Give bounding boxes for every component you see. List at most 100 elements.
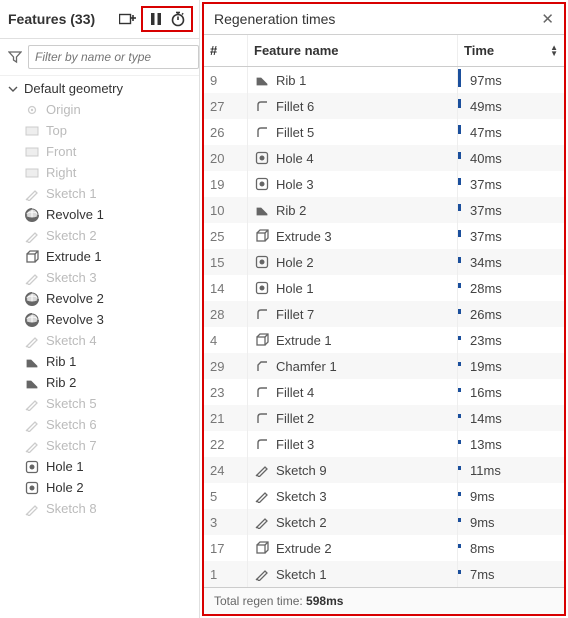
tree-item-label: Sketch 5 <box>46 396 97 411</box>
col-header-time[interactable]: Time ▲▼ <box>458 35 564 66</box>
time-bar <box>458 125 461 134</box>
plane-icon <box>24 167 40 179</box>
row-name: Sketch 1 <box>276 567 327 582</box>
tree-item[interactable]: Sketch 8 <box>0 498 199 519</box>
row-name-cell: Sketch 1 <box>248 558 458 587</box>
regen-footer: Total regen time: 598ms <box>204 587 564 614</box>
row-name: Rib 1 <box>276 73 306 88</box>
row-name: Sketch 9 <box>276 463 327 478</box>
col-header-number[interactable]: # <box>204 35 248 66</box>
tree-item-label: Hole 1 <box>46 459 84 474</box>
regen-table-body[interactable]: 9 Rib 1 97ms 27 Fillet 6 49ms 26 Fillet … <box>204 67 564 587</box>
regen-table-header: # Feature name Time ▲▼ <box>204 35 564 67</box>
tree-item[interactable]: Sketch 1 <box>0 183 199 204</box>
time-bar <box>458 257 461 263</box>
tree-item[interactable]: Revolve 2 <box>0 288 199 309</box>
row-name: Fillet 4 <box>276 385 314 400</box>
close-icon[interactable]: ✕ <box>541 10 554 28</box>
tree-item[interactable]: Revolve 3 <box>0 309 199 330</box>
filter-input[interactable] <box>28 45 199 69</box>
plane-icon <box>24 146 40 158</box>
sort-arrows-icon: ▲▼ <box>550 45 558 57</box>
col-header-time-label: Time <box>464 43 494 58</box>
row-time: 37ms <box>470 229 502 244</box>
row-name: Hole 4 <box>276 151 314 166</box>
tree-item-label: Sketch 6 <box>46 417 97 432</box>
extrude-icon <box>254 540 270 556</box>
pause-icon[interactable] <box>145 8 167 30</box>
feature-list-header: Features (33) <box>0 0 199 39</box>
rib-icon <box>254 202 270 218</box>
time-bar <box>458 440 461 444</box>
sketch-icon <box>24 418 40 432</box>
row-time: 9ms <box>470 515 495 530</box>
rib-icon <box>254 72 270 88</box>
time-bar <box>458 492 461 496</box>
row-name: Hole 1 <box>276 281 314 296</box>
feature-tree[interactable]: Default geometry Origin Top FrontRight Ske… <box>0 76 199 618</box>
time-bar <box>458 152 461 159</box>
row-time: 23ms <box>470 333 502 348</box>
tree-item[interactable]: Sketch 2 <box>0 225 199 246</box>
tree-item[interactable]: Hole 1 <box>0 456 199 477</box>
tree-item-label: Extrude 1 <box>46 249 102 264</box>
tree-item[interactable]: Rib 2 <box>0 372 199 393</box>
filter-row <box>0 39 199 76</box>
chamfer-icon <box>254 358 270 374</box>
tree-item[interactable]: Extrude 1 <box>0 246 199 267</box>
row-number: 1 <box>204 559 248 588</box>
tree-item[interactable]: Hole 2 <box>0 477 199 498</box>
highlight-box-header <box>141 6 193 32</box>
time-bar <box>458 570 461 574</box>
tree-root-default-geometry[interactable]: Default geometry <box>0 78 199 99</box>
tree-item-right[interactable]: Right <box>0 162 199 183</box>
fillet-icon <box>254 124 270 140</box>
tree-item-front[interactable]: Front <box>0 141 199 162</box>
sketch-icon <box>24 502 40 516</box>
tree-item-label: Sketch 8 <box>46 501 97 516</box>
sketch-icon <box>254 566 270 582</box>
tree-item[interactable]: Sketch 3 <box>0 267 199 288</box>
row-time: 9ms <box>470 489 495 504</box>
tree-item-label: Origin <box>46 102 81 117</box>
tree-item-origin[interactable]: Origin <box>0 99 199 120</box>
row-time: 19ms <box>470 359 502 374</box>
add-feature-icon[interactable] <box>117 8 139 30</box>
hole-icon <box>254 280 270 296</box>
plane-icon <box>24 125 40 137</box>
tree-item[interactable]: Sketch 6 <box>0 414 199 435</box>
tree-item-label: Rib 2 <box>46 375 76 390</box>
sketch-icon <box>24 397 40 411</box>
time-bar <box>458 69 461 87</box>
fillet-icon <box>254 436 270 452</box>
row-name: Fillet 2 <box>276 411 314 426</box>
extrude-icon <box>254 332 270 348</box>
row-name: Chamfer 1 <box>276 359 337 374</box>
tree-root-label: Default geometry <box>24 81 123 96</box>
table-row[interactable]: 1 Sketch 1 7ms <box>204 561 564 587</box>
time-bar <box>458 178 461 185</box>
filter-icon[interactable] <box>8 46 22 68</box>
stopwatch-icon[interactable] <box>167 8 189 30</box>
row-time: 11ms <box>470 463 501 478</box>
tree-item-label: Top <box>46 123 67 138</box>
tree-item[interactable]: Revolve 1 <box>0 204 199 225</box>
row-time: 37ms <box>470 177 502 192</box>
row-name: Fillet 7 <box>276 307 314 322</box>
revolve-icon <box>24 208 40 222</box>
tree-item-label: Sketch 2 <box>46 228 97 243</box>
tree-item[interactable]: Sketch 4 <box>0 330 199 351</box>
row-name: Hole 3 <box>276 177 314 192</box>
tree-item[interactable]: Rib 1 <box>0 351 199 372</box>
time-bar <box>458 388 461 392</box>
tree-item[interactable]: Sketch 5 <box>0 393 199 414</box>
col-header-name[interactable]: Feature name <box>248 35 458 66</box>
footer-label: Total regen time: <box>214 594 306 608</box>
tree-item-top[interactable]: Top <box>0 120 199 141</box>
time-bar <box>458 283 461 288</box>
row-name: Fillet 3 <box>276 437 314 452</box>
tree-item[interactable]: Sketch 7 <box>0 435 199 456</box>
hole-icon <box>254 150 270 166</box>
row-time: 40ms <box>470 151 502 166</box>
sketch-icon <box>254 488 270 504</box>
